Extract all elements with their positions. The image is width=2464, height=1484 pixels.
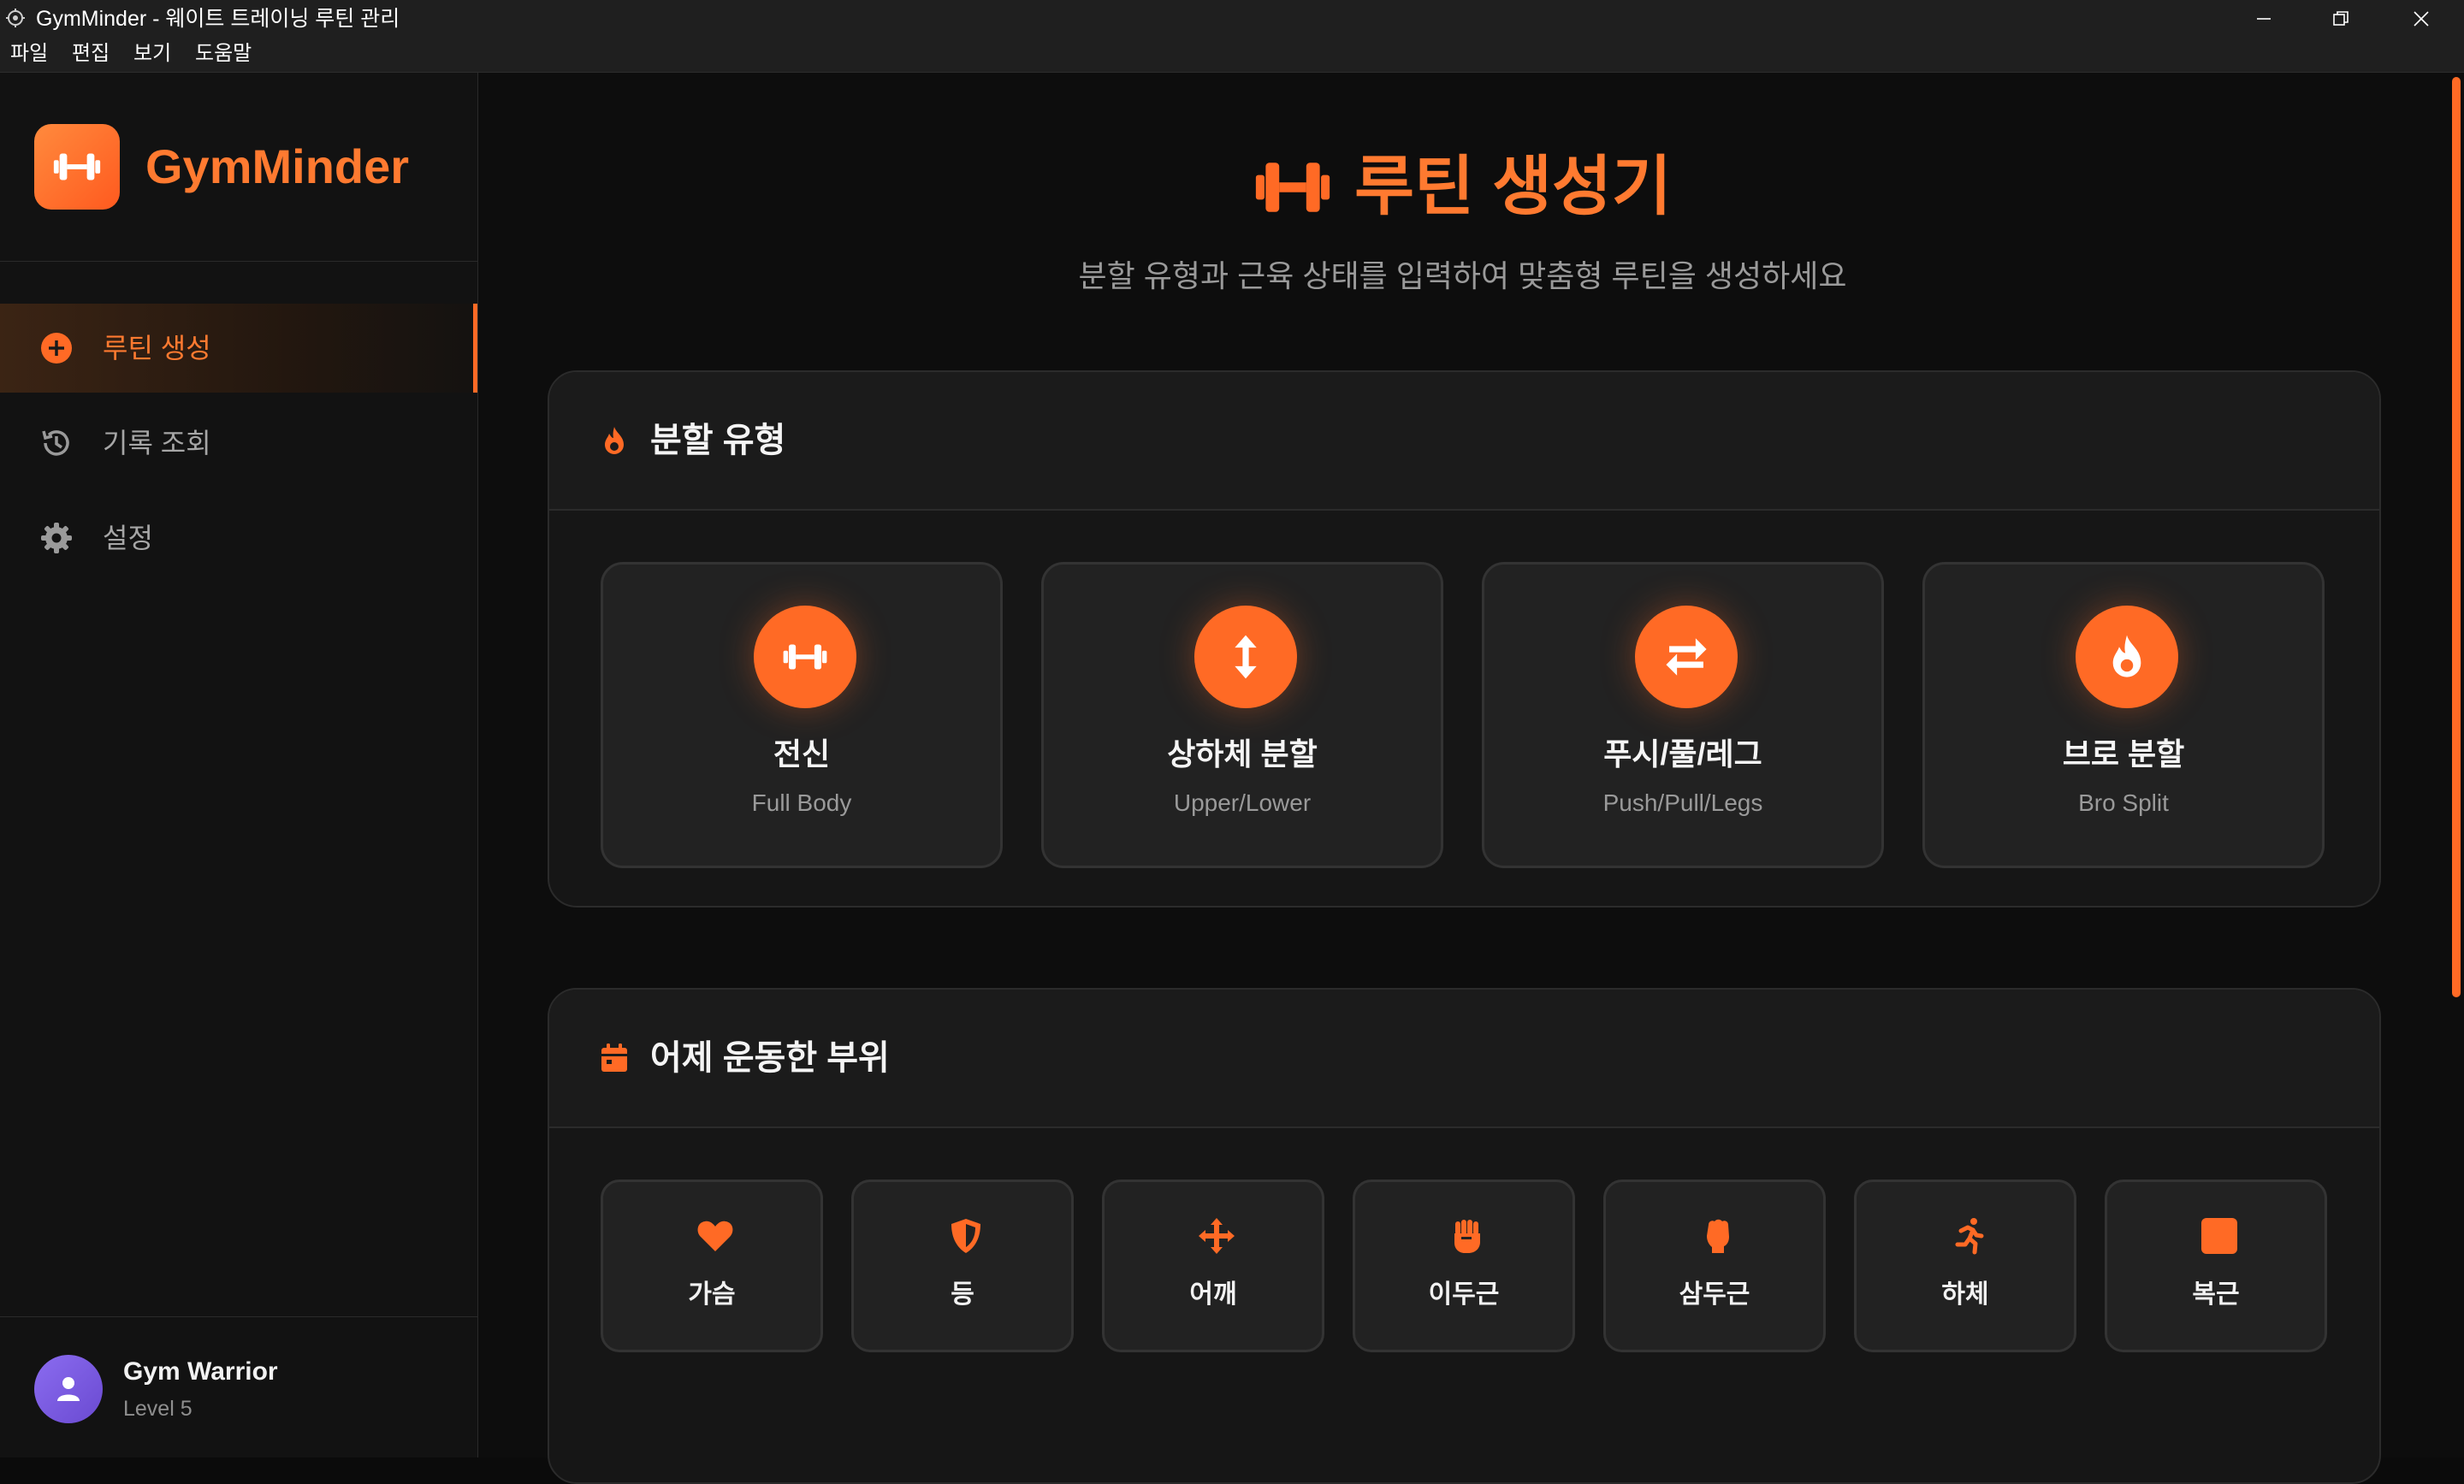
menu-edit[interactable]: 편집 (72, 41, 110, 67)
muscle-option-shoulders[interactable]: 어깨 (1102, 1180, 1324, 1352)
heart-icon (697, 1221, 733, 1251)
avatar (34, 1355, 103, 1423)
split-option-bro-split[interactable]: 브로 분할 Bro Split (1922, 562, 2325, 868)
minimize-icon (2257, 18, 2271, 20)
muscle-option-legs[interactable]: 하체 (1854, 1180, 2076, 1352)
split-option-name: 전신 (773, 736, 831, 772)
sidebar-item-history[interactable]: 기록 조회 (0, 399, 477, 488)
split-option-icon (1194, 606, 1297, 708)
muscle-option-name: 삼두근 (1679, 1280, 1750, 1309)
muscle-option-name: 어깨 (1189, 1280, 1237, 1309)
sidebar-item-label: 설정 (103, 523, 153, 553)
split-option-name: 브로 분할 (2062, 736, 2185, 772)
muscle-option-chest[interactable]: 가슴 (601, 1180, 823, 1352)
square-icon (2201, 1218, 2237, 1254)
split-option-icon (754, 606, 856, 708)
panel-title: 어제 운동한 부위 (650, 1039, 890, 1077)
split-option-icon (2076, 606, 2178, 708)
window-title: GymMinder - 웨이트 트레이닝 루틴 관리 (36, 7, 400, 31)
panel-title: 분할 유형 (650, 422, 786, 459)
user-profile[interactable]: Gym Warrior Level 5 (0, 1316, 477, 1458)
menu-bar: 파일 편집 보기 도움말 (0, 38, 2464, 73)
menu-help[interactable]: 도움말 (195, 41, 252, 67)
plus-circle-icon (41, 333, 72, 364)
hand-back-fist-icon (1707, 1219, 1729, 1253)
user-level: Level 5 (123, 1397, 192, 1421)
arrows-vertical-icon (1235, 635, 1257, 679)
split-option-sub: Bro Split (2078, 789, 2169, 816)
sidebar-item-routine[interactable]: 루틴 생성 (0, 304, 477, 393)
muscle-option-name: 복근 (2192, 1280, 2240, 1309)
muscle-option-name: 등 (951, 1280, 974, 1309)
fire-icon (2112, 635, 2141, 677)
yesterday-muscles-panel: 어제 운동한 부위 가슴 등 어깨 이두근 삼두근 하체 복근 (548, 988, 2381, 1484)
fist-icon (1454, 1220, 1480, 1253)
muscle-option-name: 가슴 (688, 1280, 736, 1309)
title-bar: GymMinder - 웨이트 트레이닝 루틴 관리 (0, 0, 2464, 38)
page-title-text: 루틴 생성기 (1354, 151, 1672, 223)
page-subtitle: 분할 유형과 근육 상태를 입력하여 맞춤형 루틴을 생성하세요 (1078, 258, 1847, 293)
split-option-name: 상하체 분할 (1167, 736, 1318, 772)
running-icon (1955, 1218, 1984, 1255)
split-option-sub: Upper/Lower (1173, 789, 1312, 816)
fire-icon (605, 427, 624, 454)
exchange-icon (1666, 638, 1707, 676)
sidebar: GymMinder 루틴 생성 기록 조회 설정 Gym Warrior Lev… (0, 73, 478, 1457)
menu-file[interactable]: 파일 (10, 41, 48, 67)
app-icon (6, 9, 25, 27)
dumbbell-icon (53, 153, 101, 180)
brand-name: GymMinder (145, 139, 410, 193)
split-option-upper-lower[interactable]: 상하체 분할 Upper/Lower (1041, 562, 1443, 868)
history-icon (42, 430, 69, 456)
calendar-icon (601, 1044, 627, 1072)
menu-view[interactable]: 보기 (133, 41, 171, 67)
split-option-icon (1635, 606, 1738, 708)
restore-button[interactable] (2303, 0, 2378, 38)
user-icon (57, 1377, 80, 1401)
sidebar-item-label: 루틴 생성 (103, 333, 211, 364)
muscle-option-biceps[interactable]: 이두근 (1353, 1180, 1575, 1352)
scrollbar-thumb[interactable] (2452, 77, 2461, 997)
panel-header: 분할 유형 (549, 372, 2379, 511)
brand-logo (34, 124, 120, 210)
sidebar-item-settings[interactable]: 설정 (0, 494, 477, 582)
panel-header: 어제 운동한 부위 (549, 990, 2379, 1128)
muscle-option-back[interactable]: 등 (851, 1180, 1074, 1352)
brand: GymMinder (0, 73, 477, 262)
page-title: 루틴 생성기 (478, 148, 2447, 227)
close-button[interactable] (2384, 0, 2459, 38)
arrows-cross-icon (1199, 1218, 1235, 1254)
split-option-ppl[interactable]: 푸시/풀/레그 Push/Pull/Legs (1482, 562, 1884, 868)
muscle-option-name: 하체 (1941, 1280, 1989, 1309)
split-option-name: 푸시/풀/레그 (1603, 736, 1762, 772)
shield-icon (951, 1219, 980, 1253)
split-option-sub: Full Body (751, 789, 852, 816)
dumbbell-icon (1256, 163, 1330, 212)
split-option-full-body[interactable]: 전신 Full Body (601, 562, 1003, 868)
gear-icon (41, 523, 72, 553)
muscle-option-triceps[interactable]: 삼두근 (1603, 1180, 1826, 1352)
dumbbell-icon (783, 644, 827, 670)
user-name: Gym Warrior (123, 1357, 278, 1386)
muscle-option-abs[interactable]: 복근 (2105, 1180, 2327, 1352)
sidebar-item-label: 기록 조회 (103, 428, 211, 458)
muscle-option-name: 이두근 (1428, 1280, 1500, 1309)
split-option-sub: Push/Pull/Legs (1602, 789, 1763, 816)
restore-icon (2333, 11, 2348, 26)
split-type-panel: 분할 유형 전신 Full Body 상하체 분할 Upper/Lower 푸시… (548, 370, 2381, 908)
minimize-button[interactable] (2226, 0, 2301, 38)
main-content: 루틴 생성기 분할 유형과 근육 상태를 입력하여 맞춤형 루틴을 생성하세요 … (478, 73, 2447, 1484)
close-icon (2414, 11, 2429, 27)
